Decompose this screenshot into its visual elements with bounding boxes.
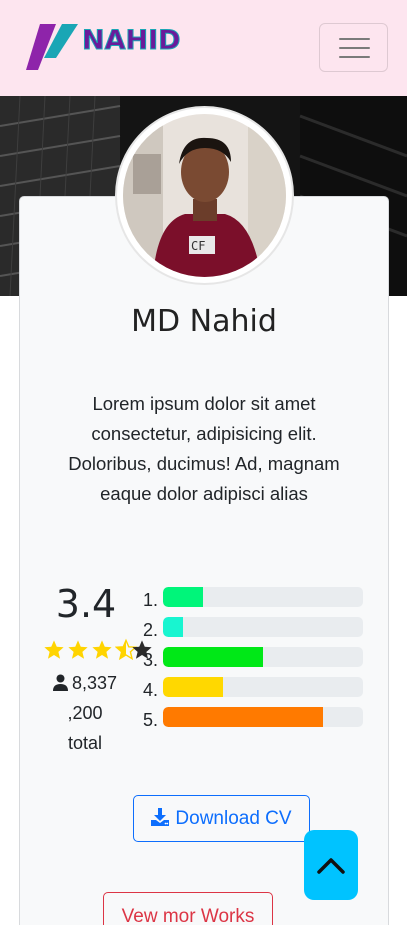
rating-stars	[43, 638, 153, 662]
profile-photo: CF	[123, 114, 286, 277]
star-full-icon	[44, 640, 64, 659]
rating-bar-track	[163, 617, 363, 637]
rating-row-label: 5.	[143, 710, 159, 730]
rating-row-label: 2.	[143, 620, 159, 640]
download-icon	[151, 808, 170, 826]
download-cv-button[interactable]: Download CV	[133, 795, 310, 842]
chevron-up-icon	[317, 858, 345, 874]
profile-bio: Lorem ipsum dolor sit amet consectetur, …	[68, 393, 340, 504]
rating-bar-fill	[163, 647, 263, 667]
brand-text: NAHID	[82, 25, 182, 57]
profile-name: MD Nahid	[131, 304, 277, 339]
rating-bar-fill	[163, 707, 323, 727]
rating-row: 4.	[143, 677, 368, 700]
rating-total-line2: total	[67, 733, 103, 753]
star-full-icon	[68, 640, 88, 659]
rating-bar-track	[163, 647, 363, 667]
rating-row: 5.	[143, 707, 368, 730]
rating-bar-track	[163, 677, 363, 697]
rating-bar-track	[163, 707, 363, 727]
rating-row-label: 1.	[143, 590, 159, 610]
rating-row: 3.	[143, 647, 368, 670]
star-full-icon	[92, 640, 112, 659]
brand-logo[interactable]: NAHID	[0, 0, 190, 96]
rating-bar-fill	[163, 587, 203, 607]
rating-bar-track	[163, 587, 363, 607]
menu-toggle-button[interactable]	[319, 23, 388, 72]
rating-row: 2.	[143, 617, 368, 640]
avatar: CF	[117, 108, 292, 283]
rating-row: 1.	[143, 587, 368, 610]
rating-bar-fill	[163, 677, 223, 697]
rating-row-label: 3.	[143, 650, 159, 670]
rating-bar-fill	[163, 617, 183, 637]
svg-text:CF: CF	[191, 239, 205, 253]
scroll-to-top-button[interactable]	[304, 830, 358, 900]
view-more-works-button[interactable]: Vew mor Works	[103, 892, 273, 925]
user-icon	[52, 674, 68, 691]
navbar: NAHID	[0, 0, 407, 96]
rating-total: 8,337 ,200 total	[42, 668, 128, 758]
download-cv-label: Download CV	[175, 808, 292, 829]
rating-row-label: 4.	[143, 680, 159, 700]
rating-score: 3.4	[55, 582, 117, 626]
rating-users-count: 8,337	[71, 673, 118, 693]
rating-total-line1: ,200	[67, 703, 103, 723]
